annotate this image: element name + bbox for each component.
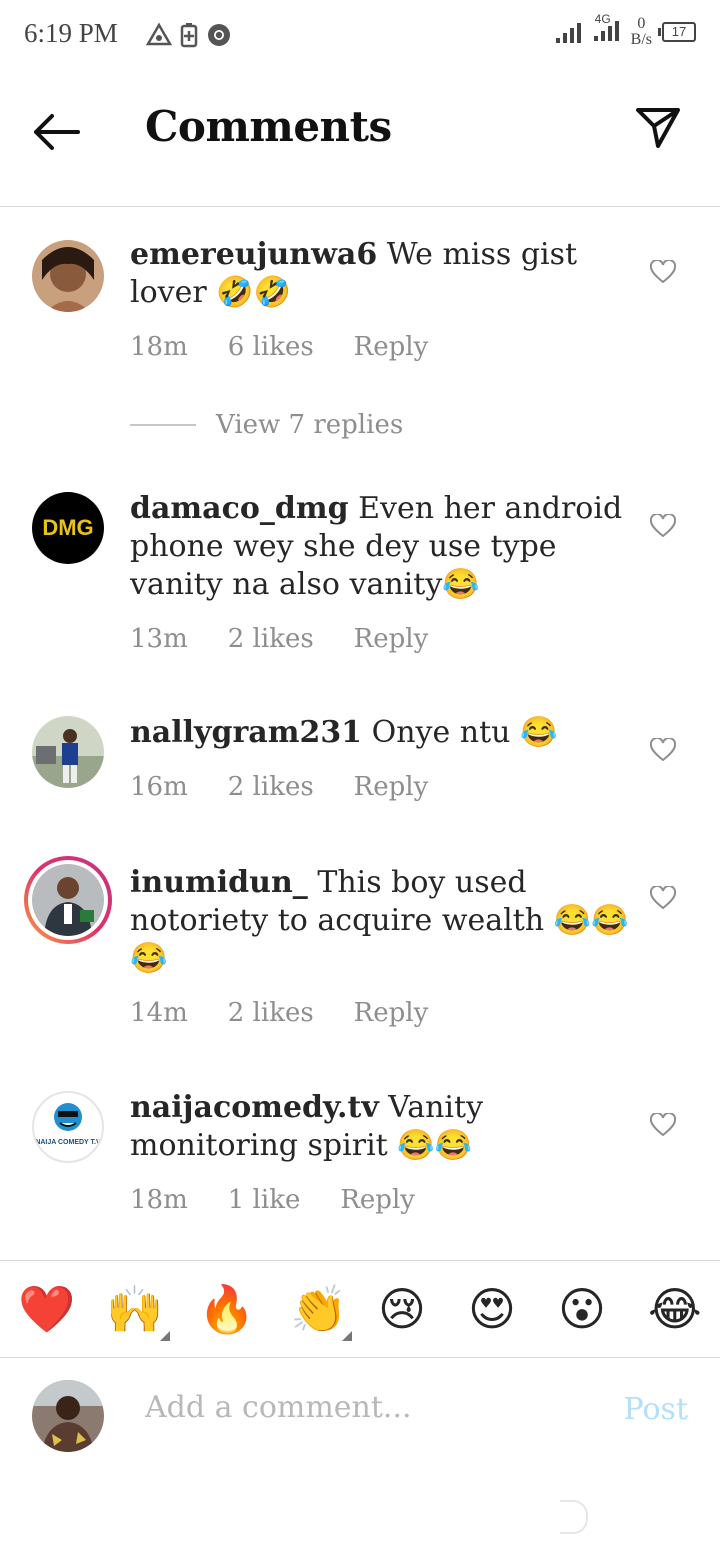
comment-item: DMG damaco_dmg Even her android phone we… (0, 466, 720, 686)
reply-button[interactable]: Reply (340, 1185, 415, 1215)
signal-icon (555, 23, 581, 43)
comment-likes[interactable]: 2 likes (228, 998, 314, 1028)
avatar[interactable]: DMG (32, 492, 104, 564)
comment-item: nallygram231 Onye ntu 😂 16m 2 likes Repl… (0, 690, 720, 840)
view-replies-button[interactable]: View 7 replies (130, 410, 403, 440)
paper-plane-icon[interactable] (634, 106, 682, 150)
comment-meta: 18m 1 like Reply (130, 1185, 415, 1215)
skin-tone-indicator (160, 1331, 170, 1341)
comment-text: naijacomedy.tv Vanity monitoring spirit … (130, 1089, 630, 1165)
reply-button[interactable]: Reply (354, 772, 429, 802)
comment-meta: 16m 2 likes Reply (130, 772, 428, 802)
my-avatar (32, 1380, 104, 1452)
emoji-heart-eyes[interactable]: 😍 (468, 1281, 516, 1337)
post-button[interactable]: Post (624, 1392, 688, 1427)
status-notification-icons (146, 22, 232, 48)
heart-icon[interactable] (650, 514, 676, 538)
comment-username[interactable]: inumidun_ (130, 865, 308, 900)
reply-button[interactable]: Reply (354, 998, 429, 1028)
status-time: 6:19 PM (24, 18, 118, 48)
page-title: Comments (145, 102, 392, 151)
comment-input[interactable] (145, 1390, 585, 1425)
comment-username[interactable]: damaco_dmg (130, 491, 349, 526)
replies-divider-line (130, 424, 196, 426)
comment-time: 18m (130, 1185, 188, 1215)
comment-time: 18m (130, 332, 188, 362)
story-ring-avatar[interactable] (24, 856, 112, 944)
comment-username[interactable]: naijacomedy.tv (130, 1090, 379, 1125)
comment-text: damaco_dmg Even her android phone wey sh… (130, 490, 630, 604)
comment-meta: 14m 2 likes Reply (130, 998, 428, 1028)
comment-likes[interactable]: 1 like (228, 1185, 301, 1215)
comment-username[interactable]: nallygram231 (130, 715, 362, 750)
comment-body: Onye ntu 😂 (371, 715, 558, 750)
comment-meta: 18m 6 likes Reply (130, 332, 428, 362)
comment-meta: 13m 2 likes Reply (130, 624, 428, 654)
heart-icon[interactable] (650, 1113, 676, 1137)
skin-tone-indicator (342, 1331, 352, 1341)
emoji-laughing[interactable]: 😂 (648, 1281, 702, 1337)
comment-time: 14m (130, 998, 188, 1028)
chrome-icon (208, 24, 230, 46)
emoji-raising-hands[interactable]: 🙌 (106, 1281, 163, 1337)
comment-time: 16m (130, 772, 188, 802)
avatar-logo-text: NAIJA COMEDY T.V (35, 1139, 101, 1146)
avatar[interactable] (32, 240, 104, 312)
battery-indicator: 17 (658, 22, 696, 42)
comment-likes[interactable]: 2 likes (228, 772, 314, 802)
network-speed-value: 0 (637, 15, 646, 32)
comment-username[interactable]: emereujunwa6 (130, 237, 377, 272)
status-right: 4G 0 B/s 17 (555, 12, 696, 48)
triangle-app-icon (146, 22, 172, 46)
emoji-crying[interactable]: 😢 (378, 1281, 426, 1337)
comments-header: Comments (0, 72, 720, 207)
heart-icon[interactable] (650, 260, 676, 284)
signal-4g: 4G (593, 12, 621, 46)
status-bar: 6:19 PM 4G 0 B/s 17 (0, 0, 720, 72)
comment-likes[interactable]: 2 likes (228, 624, 314, 654)
network-speed: 0 B/s (631, 16, 652, 48)
view-replies-label: View 7 replies (216, 410, 404, 440)
reply-button[interactable]: Reply (354, 332, 429, 362)
emoji-clapping[interactable]: 👏 (290, 1281, 347, 1337)
reply-button[interactable]: Reply (354, 624, 429, 654)
comment-item: inumidun_ This boy used notoriety to acq… (0, 840, 720, 1065)
network-speed-unit: B/s (630, 31, 652, 48)
heart-icon[interactable] (650, 886, 676, 910)
comment-composer: Post (0, 1356, 720, 1466)
avatar-logo-text: DMG (42, 515, 94, 540)
avatar[interactable] (32, 716, 104, 788)
comment-text: emereujunwa6 We miss gist lover 🤣🤣 (130, 236, 630, 312)
gesture-nav-hint (560, 1500, 588, 1534)
heart-icon[interactable] (650, 738, 676, 762)
emoji-reaction-bar: ❤️ 🙌 🔥 👏 😢 😍 😮 😂 (0, 1260, 720, 1358)
emoji-fire[interactable]: 🔥 (198, 1281, 255, 1337)
comment-time: 13m (130, 624, 188, 654)
arrow-left-icon[interactable] (30, 112, 82, 152)
battery-saver-icon (180, 23, 198, 48)
emoji-heart[interactable]: ❤️ (18, 1281, 75, 1337)
comment-text: nallygram231 Onye ntu 😂 (130, 714, 630, 752)
comment-text: inumidun_ This boy used notoriety to acq… (130, 864, 630, 978)
network-type-label: 4G (594, 12, 611, 26)
comment-item: NAIJA COMEDY T.V naijacomedy.tv Vanity m… (0, 1065, 720, 1255)
avatar[interactable]: NAIJA COMEDY T.V (32, 1091, 104, 1163)
comment-likes[interactable]: 6 likes (228, 332, 314, 362)
emoji-surprised[interactable]: 😮 (558, 1281, 606, 1337)
